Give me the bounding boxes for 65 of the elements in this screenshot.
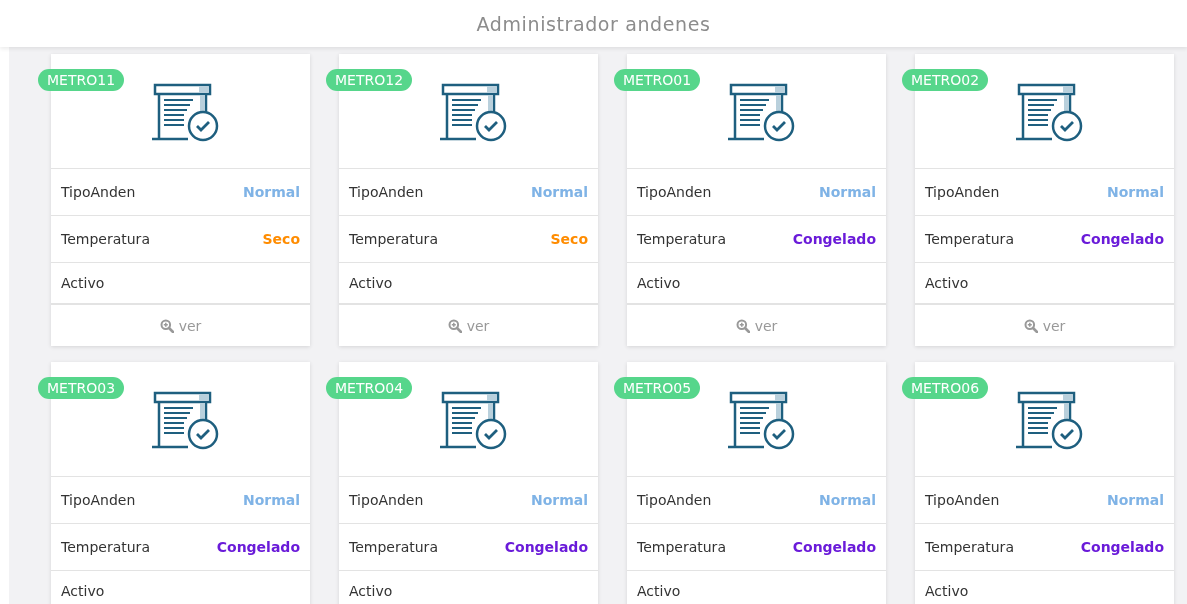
field-value: Congelado [216,539,300,555]
field-label: Activo [637,275,681,291]
field-label: TipoAnden [925,492,1000,508]
field-label: TipoAnden [925,184,1000,200]
dock-door-check-icon [437,391,508,451]
dock-door-check-icon [725,83,796,143]
dock-name-badge: METRO01 [614,69,701,91]
field-value: Congelado [792,231,876,247]
view-button[interactable]: ver [627,305,886,346]
zoom-in-icon [1023,318,1038,333]
field-label: Temperatura [349,231,438,247]
zoom-in-icon [159,318,174,333]
field-label: Temperatura [925,539,1014,555]
field-label: Temperatura [61,539,150,555]
field-value: Normal [818,492,876,508]
dock-name-badge: METRO11 [38,69,125,91]
dock-name-badge: METRO05 [614,377,701,399]
field-label: TipoAnden [61,184,136,200]
field-value: Normal [530,492,588,508]
field-value: Normal [242,184,300,200]
field-value: Normal [1106,492,1164,508]
field-value: Congelado [504,539,588,555]
field-label: Temperatura [637,539,726,555]
field-label: TipoAnden [637,492,712,508]
field-label: TipoAnden [637,184,712,200]
field-value: Congelado [1080,539,1164,555]
field-value: Congelado [1080,231,1164,247]
zoom-in-icon [735,318,750,333]
dock-name-badge: METRO12 [326,69,413,91]
field-label: Temperatura [349,539,438,555]
field-label: Temperatura [925,231,1014,247]
field-label: Temperatura [61,231,150,247]
field-value: Normal [1106,184,1164,200]
field-label: Activo [925,275,969,291]
field-value: Normal [242,492,300,508]
dock-door-check-icon [1013,391,1084,451]
field-value: Seco [262,231,300,247]
dock-name-badge: METRO04 [326,377,413,399]
field-label: Activo [349,583,393,599]
zoom-in-icon [447,318,462,333]
page-title: Administrador andenes [476,12,711,35]
dock-door-check-icon [149,391,220,451]
dock-door-check-icon [1013,83,1084,143]
field-label: Activo [61,583,105,599]
dock-name-badge: METRO02 [902,69,989,91]
field-label: TipoAnden [349,184,424,200]
view-button[interactable]: ver [51,305,310,346]
field-label: Activo [61,275,105,291]
field-label: Activo [925,583,969,599]
dock-name-badge: METRO06 [902,377,989,399]
dock-door-check-icon [149,83,220,143]
field-value: Seco [550,231,588,247]
field-label: Temperatura [637,231,726,247]
field-value: Congelado [792,539,876,555]
field-label: Activo [349,275,393,291]
field-value: Normal [818,184,876,200]
view-button[interactable]: ver [915,305,1174,346]
dock-door-check-icon [437,83,508,143]
field-label: Activo [637,583,681,599]
field-label: TipoAnden [61,492,136,508]
dock-name-badge: METRO03 [38,377,125,399]
view-button[interactable]: ver [339,305,598,346]
field-value: Normal [530,184,588,200]
field-label: TipoAnden [349,492,424,508]
dock-door-check-icon [725,391,796,451]
